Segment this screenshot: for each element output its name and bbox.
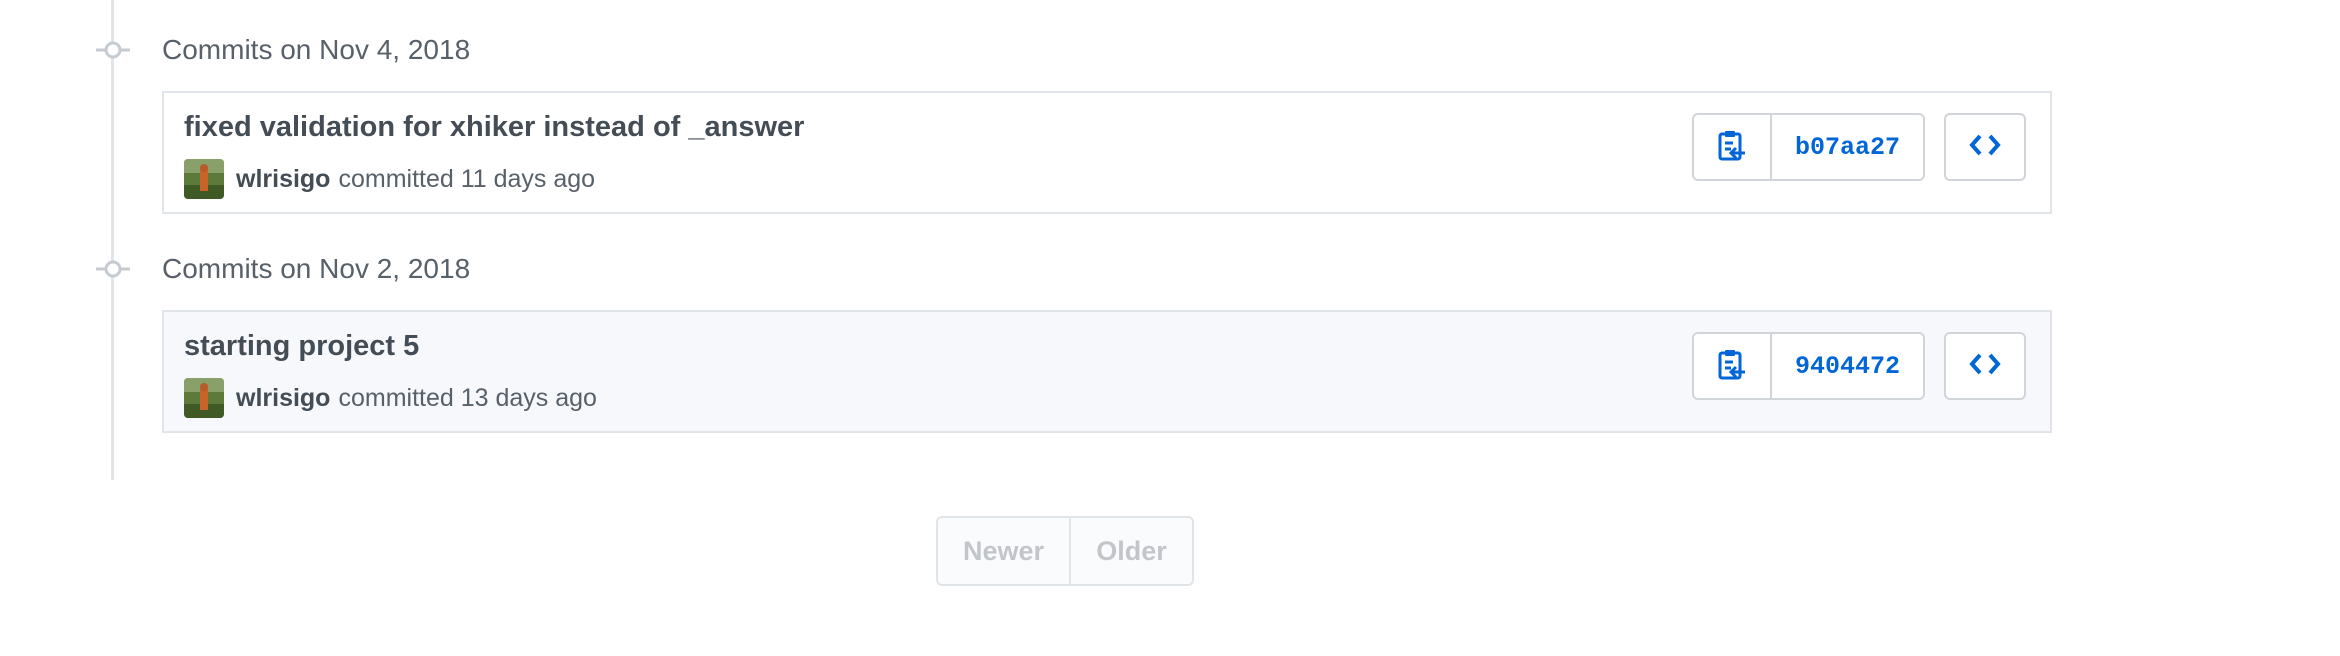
- commit-sha-group: 9404472: [1692, 332, 1925, 400]
- commit-list-item: fixed validation for xhiker instead of _…: [162, 91, 2052, 214]
- git-commit-icon: [96, 30, 130, 70]
- commit-message-link[interactable]: starting project 5: [184, 330, 419, 363]
- copy-sha-button[interactable]: [1692, 332, 1772, 400]
- commit-group-date: Commits on Nov 2, 2018: [162, 253, 471, 284]
- avatar[interactable]: [184, 159, 224, 199]
- commit-sha-link[interactable]: 9404472: [1770, 332, 1925, 400]
- newer-button[interactable]: Newer: [936, 516, 1071, 586]
- commit-sha-group: b07aa27: [1692, 113, 1925, 181]
- timeline-line: [111, 0, 114, 480]
- commit-author-link[interactable]: wlrisigo: [236, 384, 330, 413]
- commit-timestamp: committed 11 days ago: [338, 164, 596, 193]
- browse-repo-button[interactable]: [1944, 332, 2026, 400]
- code-icon: [1969, 352, 2001, 381]
- commit-message-link[interactable]: fixed validation for xhiker instead of _…: [184, 111, 804, 144]
- copy-sha-button[interactable]: [1692, 113, 1772, 181]
- commit-timestamp: committed 13 days ago: [338, 383, 597, 412]
- clippy-icon: [1717, 348, 1747, 385]
- commit-list-item: starting project 5 wlrisigo committed 13…: [162, 310, 2052, 433]
- commit-group-date: Commits on Nov 4, 2018: [162, 34, 471, 65]
- commit-meta: wlrisigo committed 11 days ago: [184, 159, 595, 199]
- pagination: Newer Older: [936, 516, 1194, 586]
- commit-author-link[interactable]: wlrisigo: [236, 165, 330, 194]
- commit-sha-link[interactable]: b07aa27: [1770, 113, 1925, 181]
- code-icon: [1969, 133, 2001, 162]
- browse-repo-button[interactable]: [1944, 113, 2026, 181]
- commit-meta: wlrisigo committed 13 days ago: [184, 378, 597, 418]
- clippy-icon: [1717, 129, 1747, 166]
- older-button[interactable]: Older: [1069, 516, 1194, 586]
- avatar[interactable]: [184, 378, 224, 418]
- git-commit-icon: [96, 249, 130, 289]
